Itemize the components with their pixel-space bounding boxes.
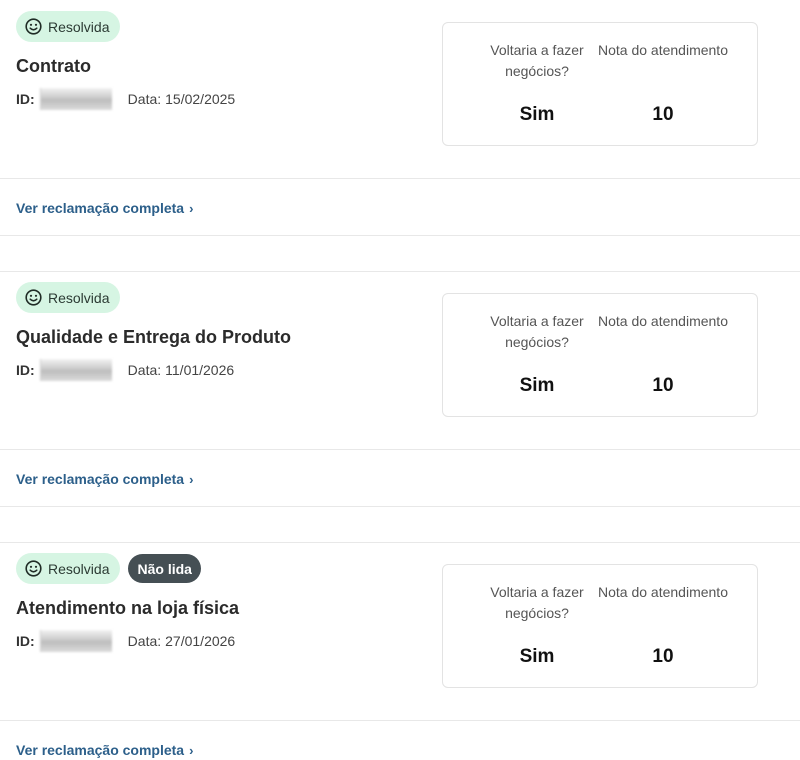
status-label: Resolvida [48,560,110,577]
would-do-business-again: Voltaria a fazer negócios? Sim [467,311,607,397]
date-value: 11/01/2026 [165,362,235,378]
card-bottom-border [0,506,800,507]
date-label: Data: [127,362,162,378]
complaint-meta: ID: Data: 27/01/2026 [16,629,235,653]
service-score: Nota do atendimento 10 [593,582,733,668]
link-label: Ver reclamação completa [16,471,185,487]
complaint-card: Resolvida Contrato ID: Data: 15/02/2025 … [0,0,800,236]
card-divider [0,720,800,721]
stat-value: 10 [652,646,674,667]
badges: Resolvida [16,282,121,313]
card-divider [0,178,800,179]
complaint-list: Resolvida Contrato ID: Data: 15/02/2025 … [0,0,800,760]
complaint-summary: Resolvida Qualidade e Entrega do Produto… [0,271,800,449]
stat-value: Sim [519,375,555,396]
smile-icon [25,289,42,306]
complaint-title: Atendimento na loja física [16,598,240,618]
id-redacted [39,359,112,381]
date-value: 27/01/2026 [165,633,236,649]
would-do-business-again: Voltaria a fazer negócios? Sim [467,582,607,668]
view-full-complaint-link[interactable]: Ver reclamação completa › [16,469,193,489]
smile-icon [25,560,42,577]
chevron-right-icon: › [189,200,194,216]
link-label: Ver reclamação completa [16,742,185,758]
complaint-card: Resolvida Não lida Atendimento na loja f… [0,542,800,760]
status-badge: Resolvida [16,282,121,313]
stat-value: Sim [519,646,555,667]
service-score: Nota do atendimento 10 [593,40,733,126]
complaint-card: Resolvida Qualidade e Entrega do Produto… [0,271,800,507]
status-badge: Resolvida [16,11,121,42]
badges: Resolvida Não lida [16,553,201,584]
stat-label: Voltaria a fazer negócios? [490,313,584,350]
date-value: 15/02/2025 [165,91,236,107]
stat-label: Nota do atendimento [598,313,728,329]
smile-icon [25,18,42,35]
id-label: ID: [16,362,35,378]
view-full-complaint-link[interactable]: Ver reclamação completa › [16,740,193,760]
id-redacted [39,88,112,110]
rating-box: Voltaria a fazer negócios? Sim Nota do a… [442,564,758,688]
badges: Resolvida [16,11,121,42]
complaint-title: Qualidade e Entrega do Produto [16,327,292,347]
rating-box: Voltaria a fazer negócios? Sim Nota do a… [442,22,758,146]
stat-label: Voltaria a fazer negócios? [490,584,584,621]
card-divider [0,449,800,450]
chevron-right-icon: › [189,471,194,487]
id-redacted [39,630,112,652]
status-label: Resolvida [48,18,110,35]
view-full-complaint-link[interactable]: Ver reclamação completa › [16,198,193,218]
stat-value: 10 [652,375,674,396]
status-badge: Resolvida [16,553,121,584]
link-label: Ver reclamação completa [16,200,185,216]
would-do-business-again: Voltaria a fazer negócios? Sim [467,40,607,126]
status-label: Resolvida [48,289,110,306]
id-label: ID: [16,91,35,107]
service-score: Nota do atendimento 10 [593,311,733,397]
date-label: Data: [127,633,162,649]
rating-box: Voltaria a fazer negócios? Sim Nota do a… [442,293,758,417]
complaint-summary: Resolvida Contrato ID: Data: 15/02/2025 … [0,0,800,178]
date-label: Data: [127,91,162,107]
complaint-meta: ID: Data: 11/01/2026 [16,358,234,382]
stat-value: Sim [519,104,555,125]
card-bottom-border [0,235,800,236]
complaint-meta: ID: Data: 15/02/2025 [16,87,235,111]
stat-label: Nota do atendimento [598,584,728,600]
id-label: ID: [16,633,35,649]
complaint-title: Contrato [16,56,91,76]
stat-label: Voltaria a fazer negócios? [490,42,584,79]
stat-value: 10 [652,104,674,125]
chevron-right-icon: › [189,742,194,758]
stat-label: Nota do atendimento [598,42,728,58]
unread-badge: Não lida [128,554,201,583]
complaint-summary: Resolvida Não lida Atendimento na loja f… [0,542,800,720]
